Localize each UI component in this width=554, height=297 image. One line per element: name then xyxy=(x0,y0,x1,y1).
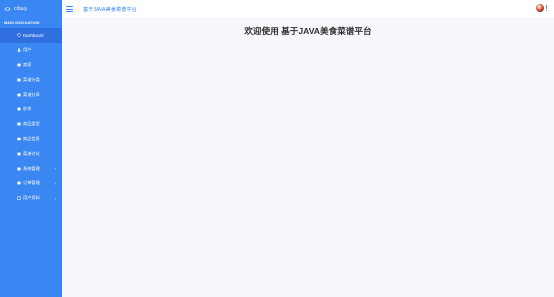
sidebar-item-product-type[interactable]: 商品类型 xyxy=(0,117,62,132)
chevron-right-icon: › xyxy=(54,195,56,201)
category-icon xyxy=(17,78,21,82)
main-content: 欢迎使用 基于JAVA美食菜谱平台 xyxy=(62,18,554,297)
share-icon xyxy=(17,93,21,97)
orders-icon xyxy=(17,181,21,185)
users-icon xyxy=(17,48,21,52)
welcome-heading: 欢迎使用 基于JAVA美食菜谱平台 xyxy=(244,26,372,36)
sidebar-item-label: 菜谱分享 xyxy=(23,91,40,97)
sidebar-item-dashboard[interactable]: Dashboard xyxy=(0,28,70,43)
sidebar-item-label: 秒杀 xyxy=(23,106,32,112)
user-area xyxy=(535,4,547,12)
sidebar-item-flash-sale[interactable]: 秒杀 xyxy=(0,102,62,117)
sidebar-item-product-info[interactable]: 商品信息 xyxy=(0,132,62,147)
sidebar-item-label: 订单管理 xyxy=(23,180,40,186)
logo-text: ciba◎ xyxy=(14,6,28,12)
more-menu-icon[interactable] xyxy=(545,5,547,11)
sidebar-item-label: 商品类型 xyxy=(23,121,40,127)
sidebar: ciba◎ MAIN NAVIGATION Dashboard 用户 商家 菜谱 xyxy=(0,0,70,297)
flash-sale-icon xyxy=(17,107,21,111)
sidebar-item-label: 商家 xyxy=(23,61,32,67)
sidebar-item-recipe-category[interactable]: 菜谱分类 xyxy=(0,72,62,87)
sidebar-item-recipe-discussion[interactable]: 菜谱讨论 xyxy=(0,146,62,161)
product-info-icon xyxy=(17,137,21,141)
sidebar-item-order-management[interactable]: 订单管理 › xyxy=(0,176,62,191)
sidebar-item-recipe-share[interactable]: 菜谱分享 xyxy=(0,87,62,102)
settings-icon xyxy=(17,167,21,171)
store-icon xyxy=(17,63,21,67)
product-type-icon xyxy=(17,122,21,126)
logo-icon xyxy=(4,7,11,11)
sidebar-menu: Dashboard 用户 商家 菜谱分类 菜谱分享 秒杀 商品类型 商品信息 菜… xyxy=(0,28,70,206)
nav-section-title: MAIN NAVIGATION xyxy=(4,21,40,25)
sidebar-item-label: 用户资料 xyxy=(23,195,40,201)
brand-logo[interactable]: ciba◎ xyxy=(0,0,62,18)
menu-toggle-icon[interactable] xyxy=(66,6,73,12)
sidebar-item-label: 菜谱讨论 xyxy=(23,150,40,156)
discussion-icon xyxy=(17,152,21,156)
chevron-right-icon: › xyxy=(54,166,56,172)
sidebar-item-merchant[interactable]: 商家 xyxy=(0,58,62,73)
sidebar-item-users[interactable]: 用户 xyxy=(0,43,62,58)
sidebar-item-user-profile[interactable]: 用户资料 › xyxy=(0,191,62,206)
sidebar-item-label: 菜谱分类 xyxy=(23,76,40,82)
avatar[interactable] xyxy=(535,4,544,12)
profile-icon xyxy=(17,196,21,200)
dashboard-icon xyxy=(17,33,21,38)
sidebar-item-label: 系统管理 xyxy=(23,165,40,171)
sidebar-item-label: 用户 xyxy=(23,47,32,53)
site-title: 基于JAVA美食菜谱平台 xyxy=(83,6,137,13)
chevron-right-icon: › xyxy=(54,180,56,186)
sidebar-item-system-management[interactable]: 系统管理 › xyxy=(0,161,62,176)
sidebar-item-label: Dashboard xyxy=(23,32,44,38)
top-header: 基于JAVA美食菜谱平台 xyxy=(62,0,554,19)
sidebar-item-label: 商品信息 xyxy=(23,135,40,141)
